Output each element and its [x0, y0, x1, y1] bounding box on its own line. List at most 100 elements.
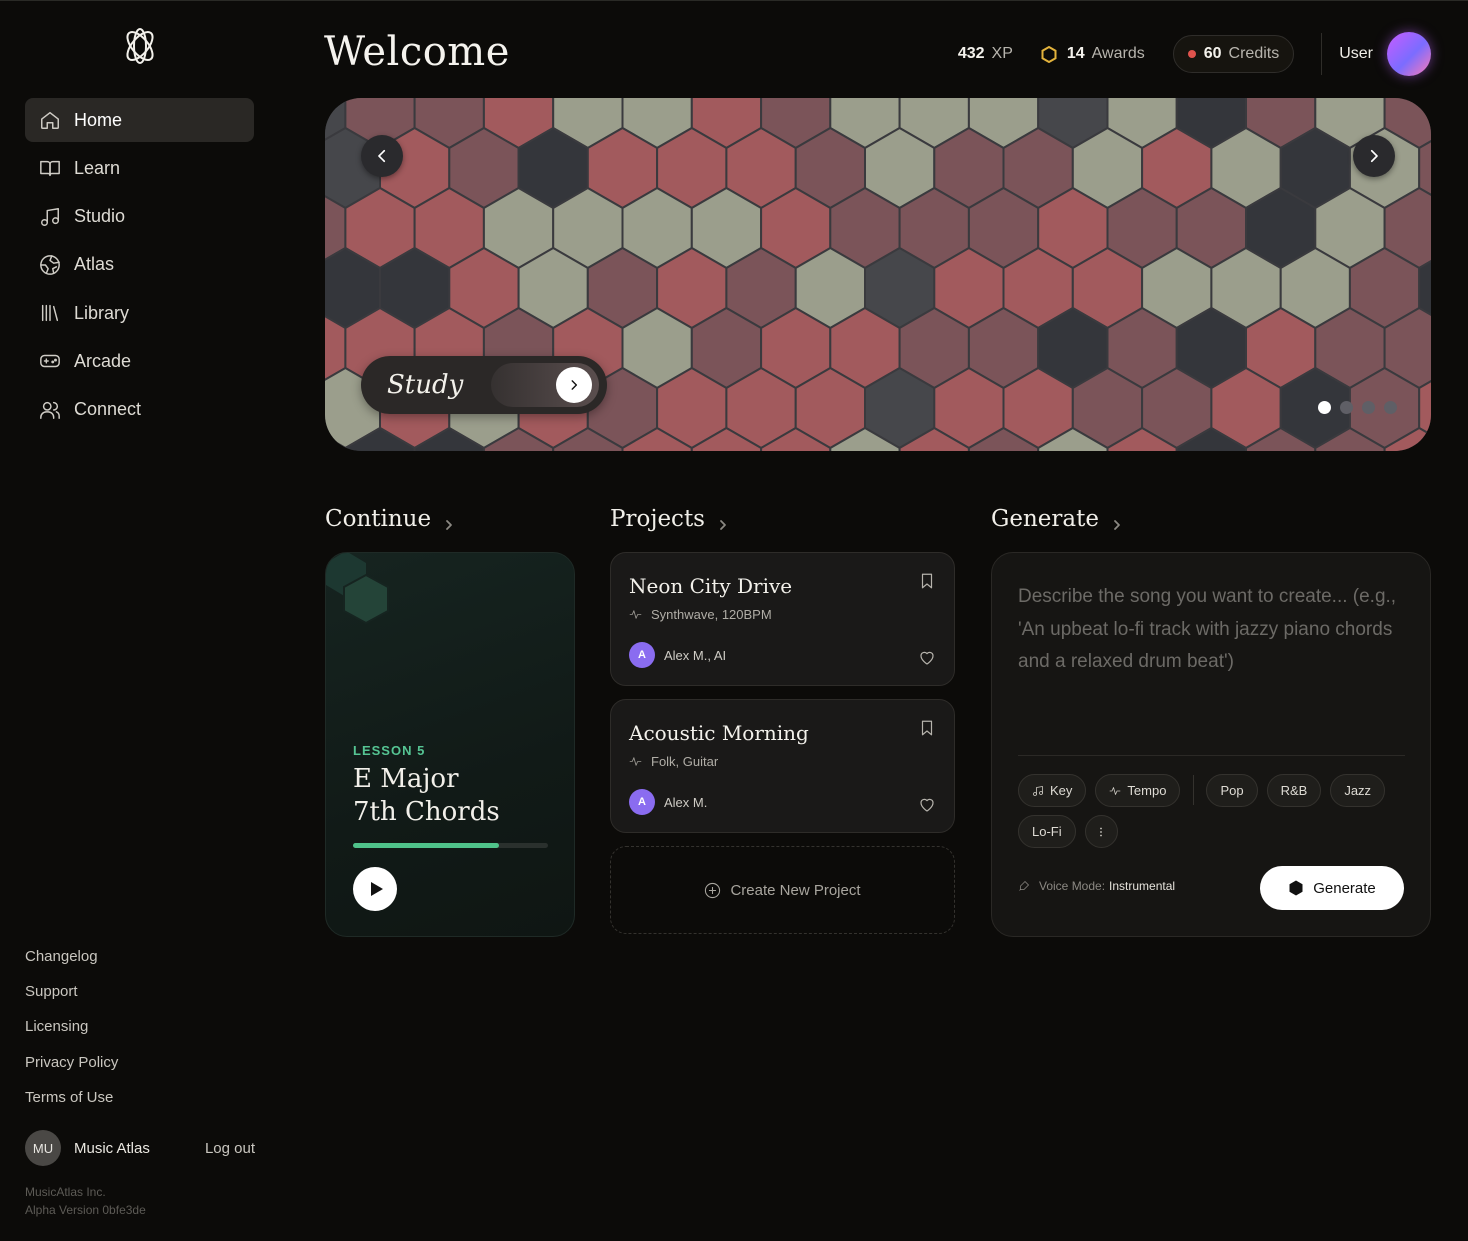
projects-heading-label: Projects [610, 506, 705, 532]
generate-button[interactable]: Generate [1260, 866, 1404, 910]
book-icon [39, 157, 61, 179]
sidebar-item-home[interactable]: Home [25, 98, 254, 142]
credits-label: Credits [1228, 45, 1280, 62]
footer-links: Changelog Support Licensing Privacy Poli… [25, 946, 118, 1122]
project-card[interactable]: Acoustic Morning Folk, Guitar A Alex M. [610, 699, 955, 833]
sidebar-item-label: Home [74, 109, 123, 130]
sidebar-item-label: Atlas [74, 254, 115, 275]
sidebar-item-connect[interactable]: Connect [25, 388, 254, 432]
lesson-progress-bar [353, 843, 548, 848]
key-chip[interactable]: Key [1018, 774, 1087, 807]
music-note-icon [1033, 785, 1043, 796]
play-icon [370, 882, 383, 896]
chip-divider [1193, 775, 1195, 805]
tempo-chip-label: Tempo [1127, 783, 1167, 798]
stats-bar: 432 XP 14 Awards 60 Credits User [958, 32, 1431, 76]
lesson-progress-fill [353, 843, 500, 848]
bookmark-icon[interactable] [918, 572, 936, 592]
carousel-dot[interactable] [1384, 401, 1397, 414]
chevron-right-icon [571, 380, 578, 390]
company-name: MusicAtlas Inc. [25, 1185, 106, 1199]
terms-of-use-link[interactable]: Terms of Use [25, 1087, 118, 1122]
heart-icon[interactable] [918, 649, 936, 667]
carousel-next-button[interactable] [1353, 135, 1395, 177]
plus-circle-icon [705, 882, 721, 898]
sidebar-item-label: Connect [74, 399, 142, 420]
author-names: Alex M. [664, 794, 708, 810]
chevron-right-icon [1111, 512, 1123, 530]
carousel-dot[interactable] [1340, 401, 1353, 414]
lesson-title-line1: E Major [353, 764, 459, 794]
generate-heading[interactable]: Generate [991, 506, 1123, 532]
account-name: Music Atlas [74, 1139, 150, 1157]
credits-dot-icon [1187, 50, 1196, 58]
genre-chip-lofi[interactable]: Lo-Fi [1018, 815, 1076, 848]
music-atlas-logo[interactable] [120, 27, 160, 65]
logout-button[interactable]: Log out [205, 1140, 255, 1157]
sidebar-item-learn[interactable]: Learn [25, 146, 254, 190]
generate-heading-label: Generate [991, 506, 1099, 532]
project-meta: Folk, Guitar [629, 754, 718, 769]
hexagon-decoration-icon [326, 553, 389, 625]
lesson-title-line2: 7th Chords [353, 797, 500, 827]
genre-chip-pop[interactable]: Pop [1206, 774, 1258, 807]
tempo-chip[interactable]: Tempo [1095, 774, 1181, 807]
hexagon-award-icon [1041, 45, 1057, 63]
project-title: Acoustic Morning [629, 721, 809, 745]
study-label: Study [387, 370, 464, 400]
support-link[interactable]: Support [25, 981, 118, 1016]
company-info: MusicAtlas Inc. Alpha Version 0bfe3de [25, 1183, 146, 1219]
voice-mode-value: Instrumental [1109, 879, 1176, 893]
generate-card: Key Tempo PopR&BJazz Lo-Fi Voice Mode: In… [991, 552, 1431, 937]
awards-stat[interactable]: 14 Awards [1041, 45, 1145, 63]
user-label[interactable]: User [1339, 45, 1373, 63]
projects-heading[interactable]: Projects [610, 506, 729, 532]
carousel-prev-button[interactable] [361, 135, 403, 177]
music-note-icon [39, 206, 61, 228]
sidebar-item-label: Arcade [74, 350, 132, 371]
page-title: Welcome [324, 29, 510, 75]
more-options-button[interactable] [1084, 815, 1118, 848]
sidebar-item-arcade[interactable]: Arcade [25, 339, 254, 383]
carousel-dot[interactable] [1318, 401, 1331, 414]
key-chip-label: Key [1050, 783, 1073, 798]
heart-icon[interactable] [918, 796, 936, 814]
sidebar-item-library[interactable]: Library [25, 291, 254, 335]
chevron-right-icon [1370, 149, 1378, 163]
study-go-button[interactable] [556, 367, 592, 403]
voice-mode[interactable]: Voice Mode: Instrumental [1018, 879, 1175, 893]
play-button[interactable] [353, 867, 397, 911]
library-icon [39, 302, 61, 324]
users-icon [39, 399, 61, 421]
genre-chip-rnb[interactable]: R&B [1266, 774, 1322, 807]
licensing-link[interactable]: Licensing [25, 1016, 118, 1051]
sidebar-item-label: Library [74, 302, 130, 323]
genre-chip-jazz[interactable]: Jazz [1330, 774, 1386, 807]
privacy-policy-link[interactable]: Privacy Policy [25, 1052, 118, 1087]
home-icon [39, 109, 61, 131]
author-avatar: A [629, 789, 655, 815]
create-project-button[interactable]: Create New Project [610, 846, 955, 934]
more-vertical-icon [1100, 827, 1103, 836]
author-names: Alex M., AI [664, 647, 727, 663]
header-divider [1321, 33, 1323, 75]
user-avatar[interactable] [1387, 32, 1431, 76]
continue-heading[interactable]: Continue [325, 506, 455, 532]
continue-heading-label: Continue [325, 506, 432, 532]
song-description-input[interactable] [1018, 581, 1408, 751]
credits-badge[interactable]: 60 Credits [1172, 35, 1295, 73]
lesson-card[interactable]: LESSON 5 E Major 7th Chords [325, 552, 575, 937]
sidebar-item-studio[interactable]: Studio [25, 195, 254, 239]
changelog-link[interactable]: Changelog [25, 946, 118, 981]
chevron-left-icon [378, 149, 386, 163]
chevron-right-icon [717, 512, 729, 530]
account-row: MU Music Atlas Log out [25, 1130, 255, 1166]
carousel-dot[interactable] [1362, 401, 1375, 414]
bookmark-icon[interactable] [918, 719, 936, 739]
project-author: A Alex M. [629, 789, 707, 815]
avatar[interactable]: MU [25, 1130, 61, 1166]
sidebar-item-atlas[interactable]: Atlas [25, 243, 254, 287]
project-card[interactable]: Neon City Drive Synthwave, 120BPM A Alex… [610, 552, 955, 686]
study-pill[interactable]: Study [361, 356, 607, 414]
generate-button-label: Generate [1313, 879, 1376, 897]
